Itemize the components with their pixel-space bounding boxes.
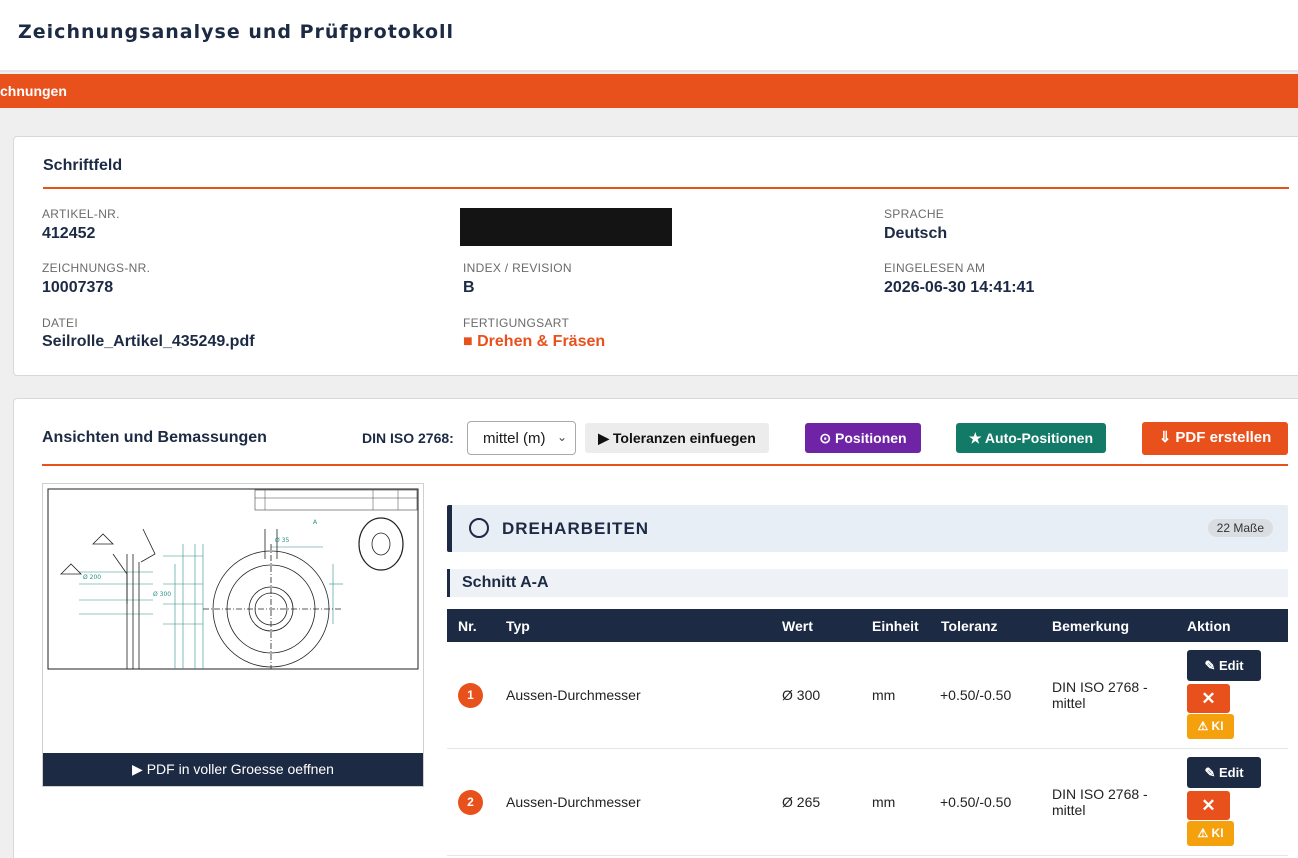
din-label: DIN ISO 2768: bbox=[362, 430, 454, 446]
row-number-badge: 2 bbox=[458, 790, 483, 815]
cell-bemerkung: DIN ISO 2768 - mittel bbox=[1052, 679, 1148, 711]
ki-button[interactable]: ⚠ KI bbox=[1187, 714, 1234, 739]
sprache-label: SPRACHE bbox=[884, 207, 945, 221]
artikel-value: 412452 bbox=[42, 225, 96, 242]
svg-text:Ø 200: Ø 200 bbox=[83, 574, 101, 581]
circle-icon bbox=[469, 518, 489, 538]
table-row: 1 Aussen-Durchmesser Ø 300 mm +0.50/-0.5… bbox=[447, 642, 1288, 749]
section-header: Schnitt A-A bbox=[447, 569, 1288, 597]
ki-button[interactable]: ⚠ KI bbox=[1187, 821, 1234, 846]
eingelesen-value: 2026-06-30 14:41:41 bbox=[884, 279, 1035, 296]
group-header-dreharbeiten[interactable]: DREHARBEITEN 22 Maße bbox=[447, 505, 1288, 552]
index-value: B bbox=[463, 279, 475, 296]
col-toleranz: Toleranz bbox=[941, 618, 998, 634]
tolerance-select[interactable]: mittel (m) ⌄ bbox=[467, 421, 576, 455]
title-block-heading: Schriftfeld bbox=[43, 157, 123, 174]
delete-button[interactable]: ✕ bbox=[1187, 684, 1230, 713]
datei-label: DATEI bbox=[42, 316, 78, 330]
svg-text:Ø 300: Ø 300 bbox=[153, 591, 171, 598]
cell-bemerkung: DIN ISO 2768 - mittel bbox=[1052, 786, 1148, 818]
edit-button[interactable]: ✎ Edit bbox=[1187, 757, 1261, 788]
col-aktion: Aktion bbox=[1187, 618, 1231, 634]
index-label: INDEX / REVISION bbox=[463, 261, 572, 275]
open-pdf-button[interactable]: ▶ PDF in voller Groesse oeffnen bbox=[43, 753, 423, 786]
cell-einheit: mm bbox=[872, 794, 896, 810]
fertigung-value: ■ Drehen & Fräsen bbox=[463, 333, 606, 350]
datei-value: Seilrolle_Artikel_435249.pdf bbox=[42, 333, 255, 350]
table-row: 2 Aussen-Durchmesser Ø 265 mm +0.50/-0.5… bbox=[447, 749, 1288, 856]
table-header: Nr. Typ Wert Einheit Toleranz Bemerkung … bbox=[447, 609, 1288, 642]
col-wert: Wert bbox=[782, 618, 813, 634]
group-title: DREHARBEITEN bbox=[502, 519, 650, 538]
views-divider bbox=[42, 464, 1288, 466]
create-pdf-button[interactable]: ⇓ PDF erstellen bbox=[1142, 422, 1288, 455]
col-einheit: Einheit bbox=[872, 618, 919, 634]
col-typ: Typ bbox=[506, 618, 530, 634]
zeichnung-label: ZEICHNUNGS-NR. bbox=[42, 261, 151, 275]
section-title: Schnitt A-A bbox=[462, 574, 549, 591]
sprache-value: Deutsch bbox=[884, 225, 948, 242]
fertigung-label: FERTIGUNGSART bbox=[463, 316, 570, 330]
edit-button[interactable]: ✎ Edit bbox=[1187, 650, 1261, 681]
count-badge: 22 Maße bbox=[1207, 519, 1273, 537]
drawing-thumbnail: Ø 200 Ø 300 Ø 35 A bbox=[47, 488, 419, 670]
col-bemerkung: Bemerkung bbox=[1052, 618, 1130, 634]
zeichnung-value: 10007378 bbox=[42, 279, 114, 296]
cell-toleranz: +0.50/-0.50 bbox=[940, 794, 1012, 810]
eingelesen-label: EINGELESEN AM bbox=[884, 261, 986, 275]
page-title: Zeichnungsanalyse und Prüfprotokoll bbox=[18, 21, 455, 43]
cell-wert: Ø 265 bbox=[782, 794, 821, 810]
title-block-divider bbox=[43, 187, 1289, 189]
views-heading: Ansichten und Bemassungen bbox=[42, 429, 267, 446]
nav-bar: chnungen bbox=[0, 74, 1298, 108]
row-number-badge: 1 bbox=[458, 683, 483, 708]
cell-einheit: mm bbox=[872, 687, 896, 703]
app-header: Zeichnungsanalyse und Prüfprotokoll bbox=[0, 0, 1298, 72]
positions-button[interactable]: ⊙ Positionen bbox=[805, 423, 921, 453]
cell-typ: Aussen-Durchmesser bbox=[506, 687, 641, 703]
auto-positions-button[interactable]: ★ Auto-Positionen bbox=[956, 423, 1106, 453]
cell-typ: Aussen-Durchmesser bbox=[506, 794, 641, 810]
title-block-card: Schriftfeld ARTIKEL-NR. 412452 SPRACHE D… bbox=[13, 136, 1298, 376]
cell-wert: Ø 300 bbox=[782, 687, 821, 703]
svg-text:Ø 35: Ø 35 bbox=[275, 537, 289, 544]
drawing-preview[interactable]: Ø 200 Ø 300 Ø 35 A ▶ PDF in voller Groes… bbox=[42, 483, 424, 787]
artikel-label: ARTIKEL-NR. bbox=[42, 207, 120, 221]
insert-tolerances-button[interactable]: ▶ Toleranzen einfuegen bbox=[585, 423, 769, 453]
tolerance-select-value: mittel (m) bbox=[483, 430, 546, 447]
redacted-block bbox=[460, 208, 672, 246]
nav-item-zeichnungen[interactable]: chnungen bbox=[0, 83, 67, 99]
col-nr: Nr. bbox=[458, 618, 477, 634]
chevron-down-icon: ⌄ bbox=[556, 430, 567, 444]
cell-toleranz: +0.50/-0.50 bbox=[940, 687, 1012, 703]
delete-button[interactable]: ✕ bbox=[1187, 791, 1230, 820]
